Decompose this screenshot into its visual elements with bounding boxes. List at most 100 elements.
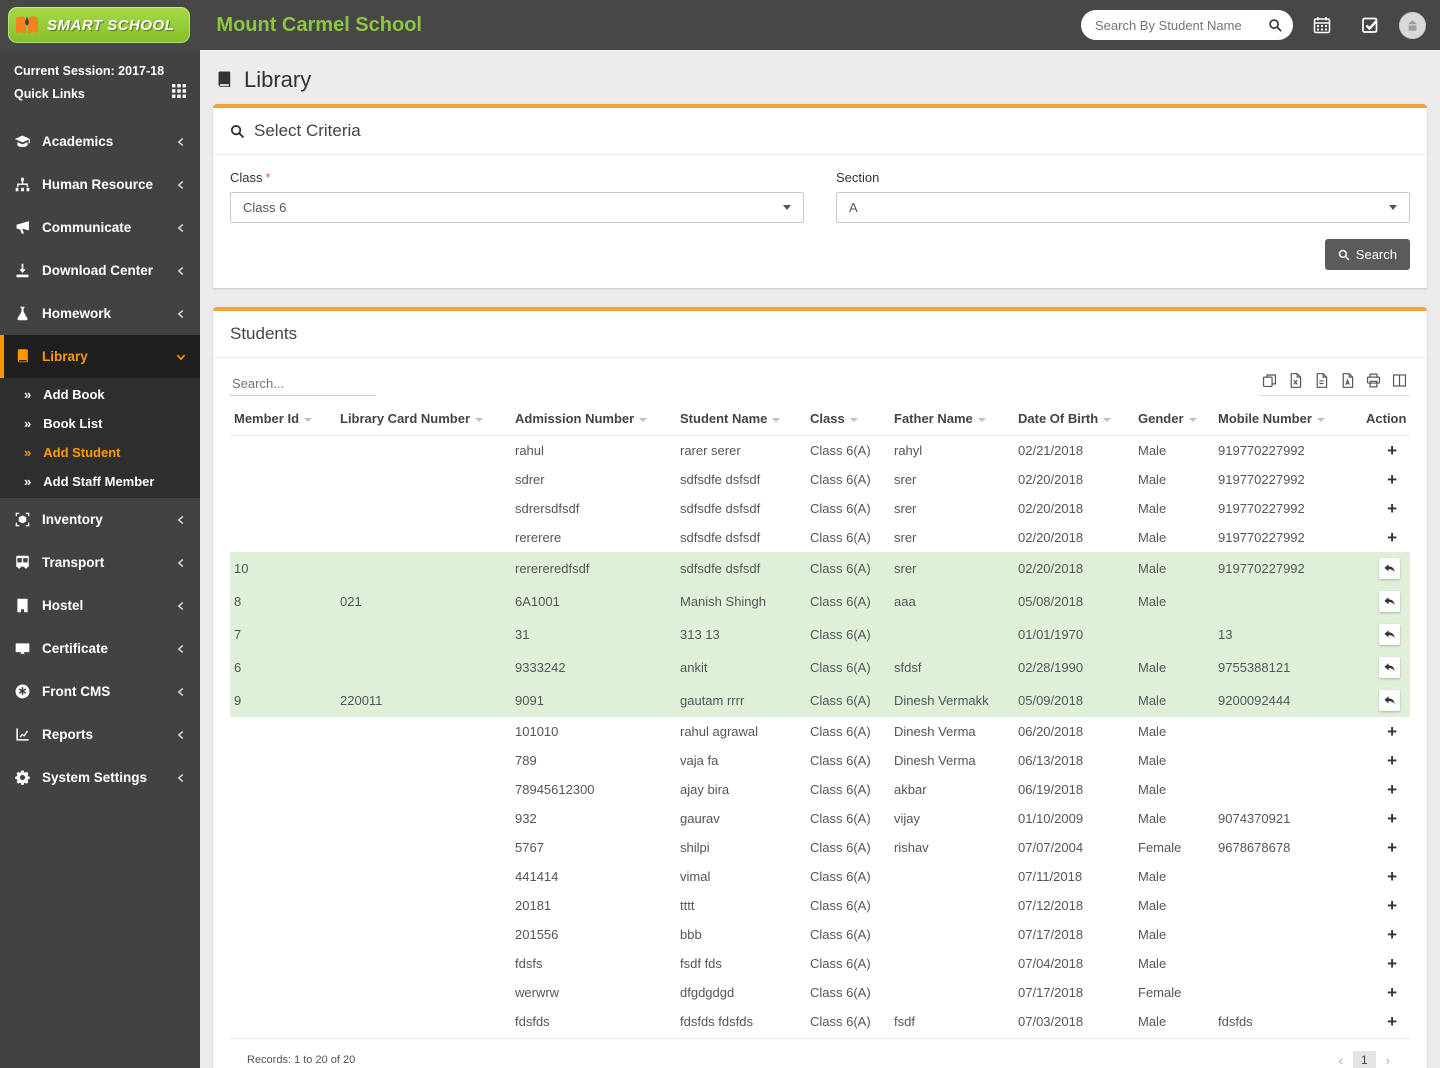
grid-icon[interactable]	[172, 83, 186, 106]
cell-father-name: rahyl	[890, 436, 1014, 466]
calendar-icon[interactable]	[1303, 6, 1341, 44]
cell-student-name: fsdf fds	[676, 949, 806, 978]
return-book-button[interactable]	[1379, 591, 1400, 612]
cell-dob: 02/20/2018	[1014, 523, 1134, 552]
tasks-icon[interactable]	[1351, 6, 1389, 44]
chevron-left-icon	[176, 644, 186, 654]
sidebar-item-certificate[interactable]: Certificate	[0, 627, 200, 670]
column-header-student-name[interactable]: Student Name	[676, 402, 806, 436]
print-icon[interactable]	[1365, 372, 1382, 389]
add-member-icon[interactable]: +	[1384, 897, 1400, 914]
add-member-icon[interactable]: +	[1384, 1013, 1400, 1030]
sidebar-item-academics[interactable]: Academics	[0, 120, 200, 163]
cell-student-name: rahul agrawal	[676, 717, 806, 746]
sidebar-subitem-book-list[interactable]: »Book List	[0, 409, 200, 438]
cell-mobile	[1214, 862, 1362, 891]
sidebar-item-download-center[interactable]: Download Center	[0, 249, 200, 292]
sidebar-subitem-label: Book List	[43, 416, 102, 431]
column-header-library-card-number[interactable]: Library Card Number	[336, 402, 511, 436]
prev-page-button[interactable]: ‹	[1336, 1052, 1346, 1068]
add-member-icon[interactable]: +	[1384, 955, 1400, 972]
cell-class: Class 6(A)	[806, 465, 890, 494]
page-number-button[interactable]: 1	[1353, 1051, 1376, 1068]
column-header-member-id[interactable]: Member Id	[230, 402, 336, 436]
logo-book-icon	[14, 13, 40, 37]
copy-icon[interactable]	[1261, 372, 1278, 389]
column-header-father-name[interactable]: Father Name	[890, 402, 1014, 436]
sidebar-item-front-cms[interactable]: Front CMS	[0, 670, 200, 713]
sidebar-item-hostel[interactable]: Hostel	[0, 584, 200, 627]
cell-action	[1362, 651, 1410, 684]
flask-icon	[14, 305, 31, 322]
cell-member-id: 6	[230, 651, 336, 684]
columns-icon[interactable]	[1391, 372, 1408, 389]
column-header-class[interactable]: Class	[806, 402, 890, 436]
student-row: fdsfdsfdsfds fdsfdsClass 6(A)fsdf07/03/2…	[230, 1007, 1410, 1036]
sidebar-item-communicate[interactable]: Communicate	[0, 206, 200, 249]
app-logo[interactable]: SMART SCHOOL	[8, 7, 190, 43]
sidebar-item-system-settings[interactable]: System Settings	[0, 756, 200, 799]
add-member-icon[interactable]: +	[1384, 442, 1400, 459]
cell-gender: Male	[1134, 804, 1214, 833]
cell-mobile	[1214, 717, 1362, 746]
column-header-admission-number[interactable]: Admission Number	[511, 402, 676, 436]
class-select[interactable]: Class 6	[230, 192, 804, 223]
quick-links-label[interactable]: Quick Links	[14, 83, 85, 106]
school-name: Mount Carmel School	[216, 14, 422, 37]
top-header: SMART SCHOOL Mount Carmel School	[0, 0, 1440, 50]
return-book-button[interactable]	[1379, 624, 1400, 645]
next-page-button[interactable]: ›	[1383, 1052, 1393, 1068]
student-search-input[interactable]	[1095, 18, 1268, 33]
return-book-button[interactable]	[1379, 690, 1400, 711]
sidebar-subitem-add-book[interactable]: »Add Book	[0, 380, 200, 409]
cell-member-id: 10	[230, 552, 336, 585]
return-book-button[interactable]	[1379, 657, 1400, 678]
add-member-icon[interactable]: +	[1384, 984, 1400, 1001]
add-member-icon[interactable]: +	[1384, 839, 1400, 856]
add-member-icon[interactable]: +	[1384, 500, 1400, 517]
add-member-icon[interactable]: +	[1384, 471, 1400, 488]
add-member-icon[interactable]: +	[1384, 529, 1400, 546]
sidebar-item-human-resource[interactable]: Human Resource	[0, 163, 200, 206]
cell-admission-no: rahul	[511, 436, 676, 466]
csv-icon[interactable]	[1313, 372, 1330, 389]
add-member-icon[interactable]: +	[1384, 781, 1400, 798]
excel-icon[interactable]	[1287, 372, 1304, 389]
cell-father-name: rishav	[890, 833, 1014, 862]
cell-father-name	[890, 978, 1014, 1007]
section-select[interactable]: A	[836, 192, 1410, 223]
cell-father-name	[890, 949, 1014, 978]
cell-mobile	[1214, 585, 1362, 618]
return-book-button[interactable]	[1379, 558, 1400, 579]
cell-father-name: srer	[890, 494, 1014, 523]
sidebar-item-inventory[interactable]: Inventory	[0, 498, 200, 541]
cell-class: Class 6(A)	[806, 651, 890, 684]
cell-card-no	[336, 833, 511, 862]
search-icon[interactable]	[1268, 18, 1283, 33]
sidebar-subitem-add-student[interactable]: »Add Student	[0, 438, 200, 467]
user-avatar[interactable]	[1399, 12, 1426, 39]
sidebar-subitem-add-staff-member[interactable]: »Add Staff Member	[0, 467, 200, 496]
column-header-date-of-birth[interactable]: Date Of Birth	[1014, 402, 1134, 436]
add-member-icon[interactable]: +	[1384, 752, 1400, 769]
cell-gender: Male	[1134, 1007, 1214, 1036]
sidebar-item-transport[interactable]: Transport	[0, 541, 200, 584]
pdf-icon[interactable]	[1339, 372, 1356, 389]
cell-action: +	[1362, 465, 1410, 494]
add-member-icon[interactable]: +	[1384, 926, 1400, 943]
search-button[interactable]: Search	[1325, 239, 1410, 270]
table-search	[230, 372, 376, 396]
cell-action: +	[1362, 717, 1410, 746]
cell-dob: 01/01/1970	[1014, 618, 1134, 651]
sidebar-item-reports[interactable]: Reports	[0, 713, 200, 756]
column-header-mobile-number[interactable]: Mobile Number	[1214, 402, 1362, 436]
add-member-icon[interactable]: +	[1384, 810, 1400, 827]
add-member-icon[interactable]: +	[1384, 723, 1400, 740]
student-search-box[interactable]	[1081, 10, 1293, 40]
add-member-icon[interactable]: +	[1384, 868, 1400, 885]
sidebar-item-library[interactable]: Library	[0, 335, 200, 378]
sidebar-item-homework[interactable]: Homework	[0, 292, 200, 335]
column-header-gender[interactable]: Gender	[1134, 402, 1214, 436]
student-row: 69333242ankitClass 6(A)sfdsf02/28/1990Ma…	[230, 651, 1410, 684]
table-search-input[interactable]	[230, 372, 376, 396]
